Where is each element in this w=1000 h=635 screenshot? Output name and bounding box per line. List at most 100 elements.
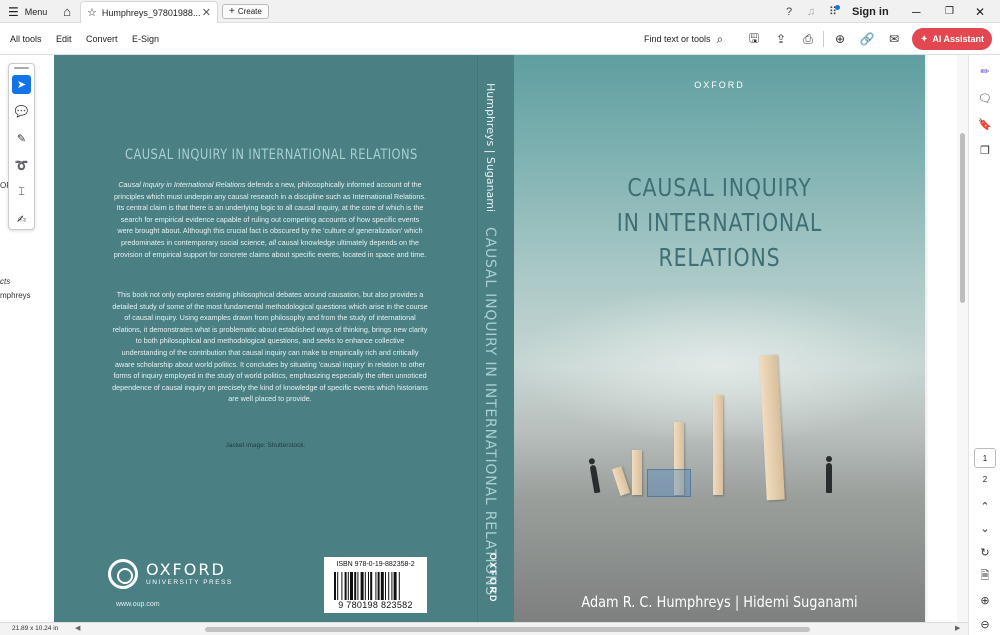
page-shadow [925, 55, 929, 622]
sparkle-icon: ✦ [919, 33, 929, 45]
sign-in-button[interactable]: Sign in [852, 0, 889, 23]
right-rail: ✏ 🗨 🔖 ❐ 1 2 ⌃ ⌄ ↻ 🗎 ⊕ ⊖ [968, 55, 1000, 635]
all-tools-button[interactable]: All tools [10, 23, 42, 55]
barcode-number: 9 780198 823582 [338, 600, 413, 610]
close-tab-icon[interactable]: ✕ [202, 6, 211, 19]
ai-assistant-button[interactable]: ✦ AI Assistant [912, 28, 992, 50]
publisher-subtitle: UNIVERSITY PRESS [146, 579, 233, 586]
status-bar: 21.89 x 10.24 in ◀ ▶ [0, 622, 968, 635]
text-select-icon[interactable]: ⌶ [12, 183, 31, 202]
save-icon[interactable]: 🖫 [746, 31, 762, 47]
back-cover-title: CAUSAL INQUIRY IN INTERNATIONAL RELATION… [125, 147, 418, 163]
edit-button[interactable]: Edit [56, 23, 72, 55]
zoom-in-icon[interactable]: ⊕ [976, 591, 994, 609]
front-publisher: OXFORD [694, 80, 745, 90]
apps-icon[interactable]: ⠿ [826, 0, 840, 23]
highlight-pen-icon[interactable]: ✎ [12, 129, 31, 148]
front-title-line: RELATIONS [658, 243, 781, 272]
cover-glass-box [647, 469, 691, 497]
total-pages: 2 [982, 475, 988, 484]
barcode-icon [334, 572, 400, 600]
rotate-icon[interactable]: ↻ [976, 543, 994, 561]
find-tools-button[interactable]: Find text or tools ⌕ [644, 23, 723, 55]
bookmarks-icon[interactable]: 🔖 [976, 115, 994, 133]
mail-icon[interactable]: ✉ [886, 31, 902, 47]
ai-assistant-label: AI Assistant [932, 34, 985, 44]
cover-figure [589, 464, 601, 494]
jacket-credit: Jacket image: Shutterstock. [225, 442, 306, 449]
quick-tools-panel: ➤ 💬 ✎ ➰ ⌶ ✍ [8, 63, 35, 230]
link-icon[interactable]: 🔗 [859, 31, 875, 47]
notification-dot [835, 5, 840, 10]
print-icon[interactable]: ⎙ [800, 31, 816, 47]
isbn-label: ISBN 978-0-19-882358-2 [336, 561, 415, 568]
comments-icon[interactable]: 🗨 [976, 89, 994, 107]
star-icon[interactable]: ☆ [87, 6, 97, 19]
search-document-icon[interactable]: ⊕ [832, 31, 848, 47]
zoom-out-icon[interactable]: ⊖ [976, 615, 994, 633]
toolbar: All tools Edit Convert E-Sign Find text … [0, 23, 1000, 55]
horizontal-scroll-thumb[interactable] [205, 627, 810, 632]
edit-pdf-icon[interactable]: ✏ [976, 62, 994, 80]
spine-publisher: OXFORD [488, 553, 498, 604]
scroll-right-icon[interactable]: ▶ [955, 624, 960, 632]
vertical-scroll-thumb[interactable] [960, 133, 965, 303]
cover-plank [713, 395, 723, 495]
cover-plank [632, 450, 642, 495]
tab-document[interactable]: ☆ Humphreys_97801988... ✕ [80, 1, 218, 23]
help-icon[interactable]: ? [782, 0, 796, 23]
book-cover-page: CAUSAL INQUIRY IN INTERNATIONAL RELATION… [54, 55, 925, 622]
page-thumbnails-icon[interactable]: ❐ [976, 141, 994, 159]
home-icon[interactable]: ⌂ [58, 0, 76, 23]
toolbar-divider [823, 31, 824, 47]
oxford-logo-icon [108, 559, 138, 589]
blurb-book-title: Causal Inquiry in International Relation… [118, 180, 246, 189]
offscreen-text: cts [0, 277, 11, 286]
close-window-icon[interactable]: ✕ [975, 0, 985, 23]
blurb-paragraph-2: This book not only explores existing phi… [112, 290, 428, 404]
create-label: Create [237, 7, 262, 16]
spine: Humphreys | Suganami CAUSAL INQUIRY IN I… [477, 55, 514, 622]
create-button[interactable]: + Create [222, 4, 269, 19]
offscreen-text: mphreys [0, 291, 31, 300]
convert-button[interactable]: Convert [86, 23, 118, 55]
add-comment-icon[interactable]: 💬 [12, 102, 31, 121]
front-authors: Adam R. C. Humphreys | Hidemi Suganami [581, 593, 858, 611]
front-cover: OXFORD CAUSAL INQUIRY IN INTERNATIONAL R… [514, 55, 925, 622]
page-size-label: 21.89 x 10.24 in [12, 625, 59, 632]
fill-sign-icon[interactable]: ✍ [12, 210, 31, 229]
blurb-paragraph-1: Causal Inquiry in International Relation… [112, 179, 428, 260]
back-cover: CAUSAL INQUIRY IN INTERNATIONAL RELATION… [54, 55, 477, 622]
draw-freehand-icon[interactable]: ➰ [12, 156, 31, 175]
blurb-text: defends a new, philosophically informed … [113, 180, 427, 247]
plus-icon: + [229, 6, 235, 17]
vertical-scrollbar[interactable] [957, 55, 968, 622]
spine-title: CAUSAL INQUIRY IN INTERNATIONAL RELATION… [482, 227, 498, 597]
esign-button[interactable]: E-Sign [132, 23, 159, 55]
title-bar: ☰ Menu ⌂ ☆ Humphreys_97801988... ✕ + Cre… [0, 0, 1000, 23]
publisher-name: OXFORD [146, 560, 226, 579]
barcode-box: ISBN 978-0-19-882358-2 9 780198 823582 [324, 557, 427, 613]
menu-button[interactable]: ☰ Menu [8, 0, 47, 23]
document-canvas[interactable]: OF cts mphreys CAUSAL INQUIRY IN INTERNA… [0, 55, 968, 622]
cover-figure [826, 456, 832, 493]
front-title-line: CAUSAL INQUIRY [627, 173, 812, 202]
previous-page-icon[interactable]: ⌃ [976, 497, 994, 515]
bell-icon[interactable]: ♫ [804, 0, 818, 23]
hamburger-icon: ☰ [8, 4, 19, 19]
select-cursor-icon[interactable]: ➤ [12, 75, 31, 94]
drag-handle[interactable] [14, 67, 29, 69]
save-file-icon[interactable]: 🗎 [976, 567, 994, 585]
spine-authors: Humphreys | Suganami [484, 83, 497, 213]
restore-icon[interactable]: ❐ [945, 0, 954, 23]
upload-icon[interactable]: ⇪ [773, 31, 789, 47]
tab-label: Humphreys_97801988... [101, 7, 201, 18]
minimize-icon[interactable]: ─ [912, 0, 921, 23]
next-page-icon[interactable]: ⌄ [976, 519, 994, 537]
scroll-left-icon[interactable]: ◀ [75, 624, 80, 632]
search-icon: ⌕ [716, 31, 724, 46]
current-page-input[interactable]: 1 [974, 448, 996, 468]
menu-label: Menu [24, 6, 48, 17]
blurb-emphasis: all [268, 237, 276, 247]
publisher-url: www.oup.com [116, 601, 160, 608]
